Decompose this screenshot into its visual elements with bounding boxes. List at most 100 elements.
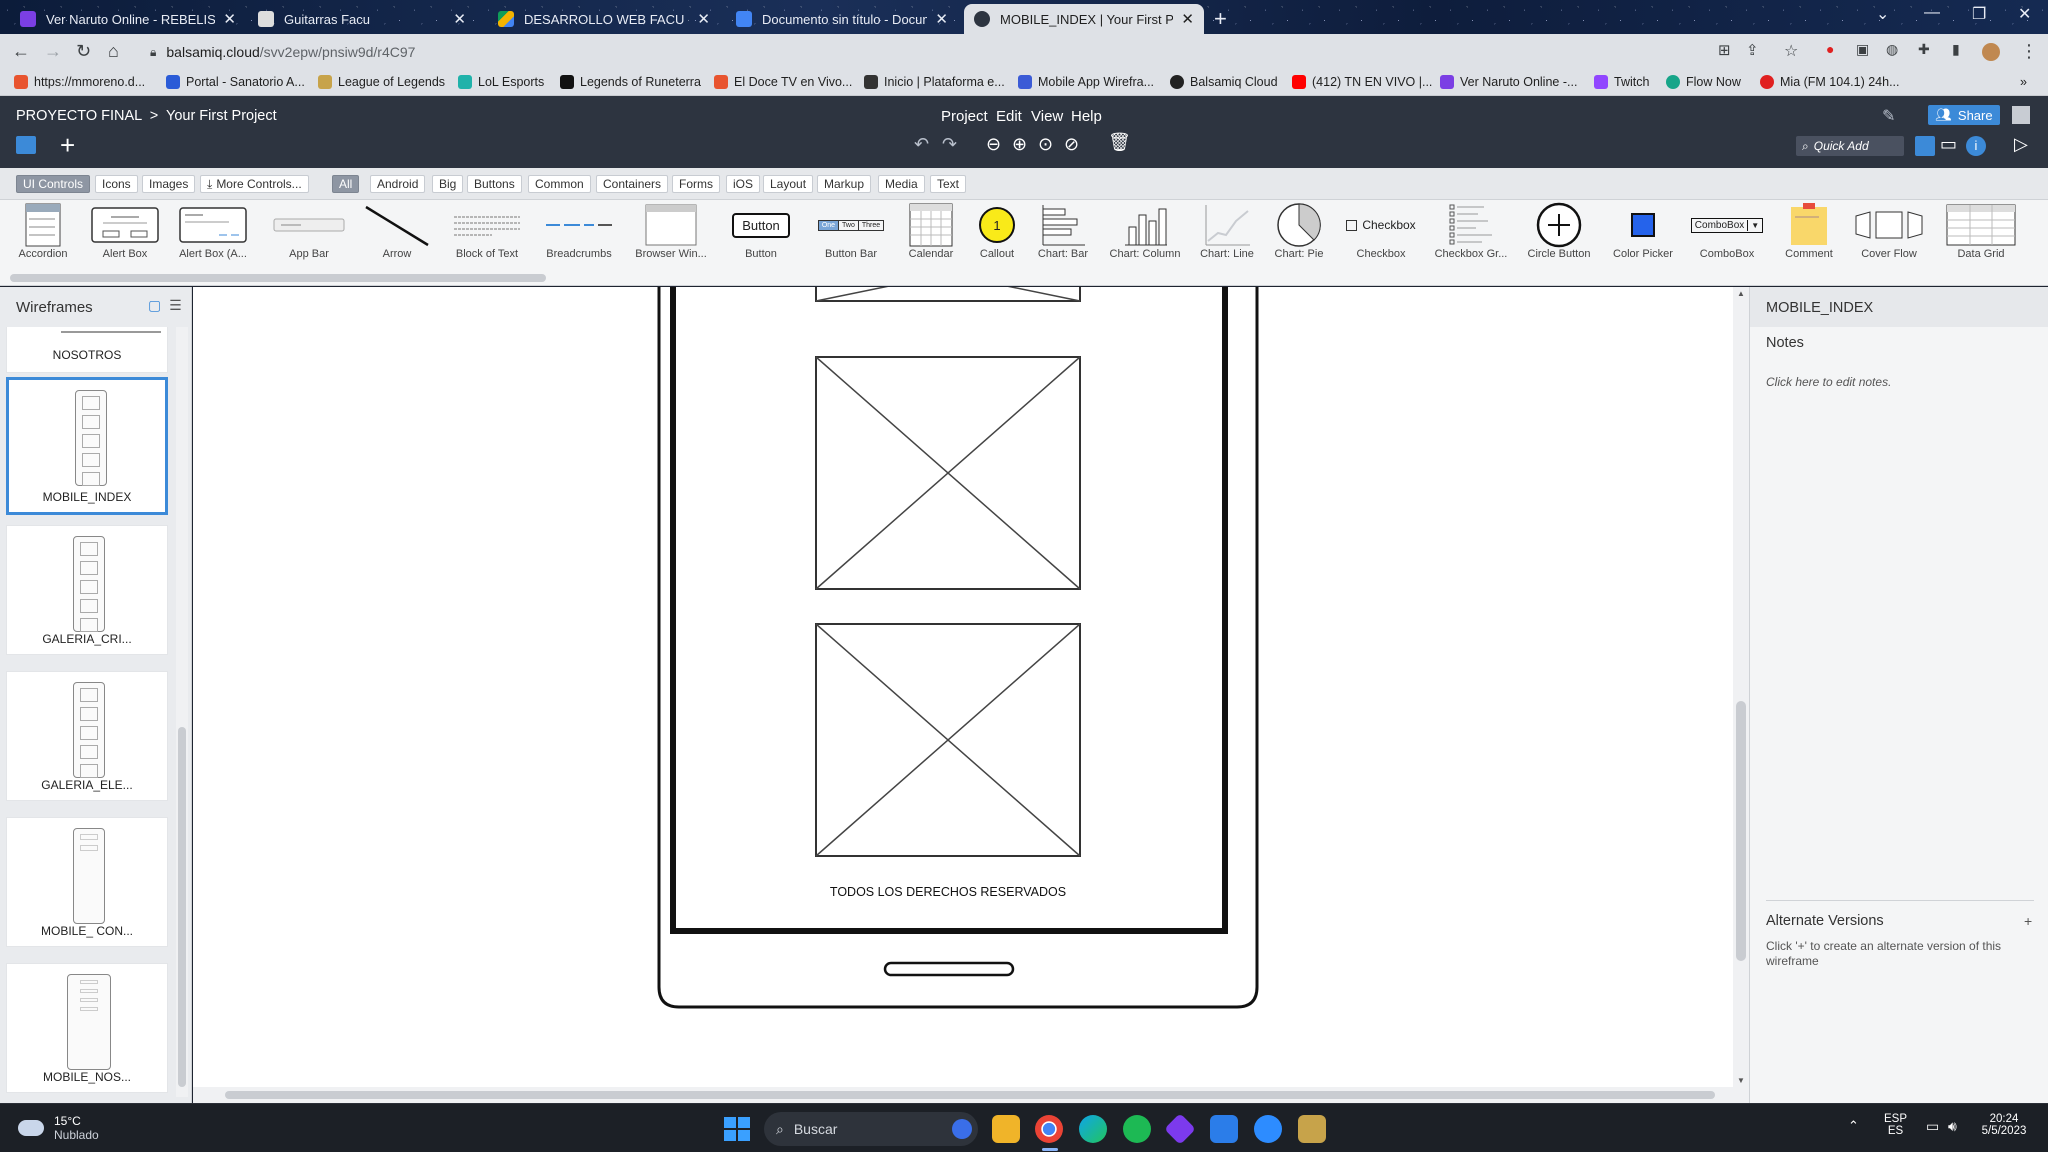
info-icon[interactable]: i <box>1966 136 1986 156</box>
clock[interactable]: 20:24 5/5/2023 <box>1974 1113 2034 1137</box>
close-window-button[interactable]: ✕ <box>2018 4 2031 24</box>
bookmark-item[interactable]: (412) TN EN VIVO |... <box>1292 75 1432 89</box>
redo-icon[interactable]: ↷ <box>942 134 957 155</box>
footer-text[interactable]: TODOS LOS DERECHOS RESERVADOS <box>773 885 1123 899</box>
category-ios[interactable]: iOS <box>726 175 761 193</box>
wireframe-canvas[interactable]: TODOS LOS DERECHOS RESERVADOS <box>193 287 1733 1087</box>
controls-horizontal-scrollbar[interactable] <box>10 274 546 282</box>
zoom-fit-icon[interactable]: ⊘ <box>1064 134 1079 155</box>
reload-icon[interactable]: ↻ <box>76 41 91 62</box>
bookmark-item[interactable]: Flow Now <box>1666 75 1741 89</box>
profile-avatar[interactable] <box>1982 43 2000 61</box>
file-explorer-icon[interactable] <box>992 1115 1020 1143</box>
translate-icon[interactable]: ⊞ <box>1718 41 1731 59</box>
control-button[interactable]: Button Button <box>718 202 804 260</box>
close-tab-icon[interactable]: ✕ <box>453 10 466 28</box>
category-buttons[interactable]: Buttons <box>467 175 522 193</box>
tab-documento[interactable]: Documento sin título - Documen ✕ <box>726 4 958 34</box>
category-layout[interactable]: Layout <box>763 175 814 193</box>
weather-widget[interactable]: 15°C Nublado <box>18 1114 99 1142</box>
scroll-down-icon[interactable]: ▼ <box>1737 1076 1745 1085</box>
bookmark-item[interactable]: Mobile App Wirefra... <box>1018 75 1154 89</box>
show-hidden-icons[interactable]: ⌃ <box>1848 1118 1859 1134</box>
project-name[interactable]: PROYECTO FINAL <box>16 108 142 124</box>
bookmark-item[interactable]: LoL Esports <box>458 75 544 89</box>
back-icon[interactable]: ← <box>12 41 30 62</box>
control-alert-box-alt[interactable]: Alert Box (A... <box>170 202 256 260</box>
taskbar-search[interactable]: ⌕ Buscar <box>764 1112 978 1146</box>
zoom-in-icon[interactable]: ⊕ <box>1012 134 1027 155</box>
forward-icon[interactable]: → <box>44 41 62 62</box>
menu-help[interactable]: Help <box>1071 108 1102 125</box>
control-browser-window[interactable]: Browser Win... <box>628 202 714 260</box>
control-circle-button[interactable]: Circle Button <box>1516 202 1602 260</box>
control-cover-flow[interactable]: Cover Flow <box>1846 202 1932 260</box>
tab-guitarras[interactable]: Guitarras Facu ✕ <box>248 4 476 34</box>
undo-icon[interactable]: ↶ <box>914 134 929 155</box>
trash-icon[interactable]: 🗑︎ <box>1108 132 1131 153</box>
more-controls-button[interactable]: ⤓ More Controls... <box>200 175 309 193</box>
new-tab-button[interactable]: + <box>1214 6 1227 32</box>
category-media[interactable]: Media <box>878 175 925 193</box>
control-block-of-text[interactable]: Block of Text <box>444 202 530 260</box>
user-avatar[interactable] <box>2012 106 2030 124</box>
add-wireframe-icon[interactable]: + <box>60 132 75 158</box>
tab-desarrollo-web[interactable]: DESARROLLO WEB FACU - Goog ✕ <box>488 4 720 34</box>
control-chart-pie[interactable]: Chart: Pie <box>1256 202 1342 260</box>
bookmark-item[interactable]: Ver Naruto Online -... <box>1440 75 1577 89</box>
menu-edit[interactable]: Edit <box>996 108 1022 125</box>
wireframe-page-galeria-cri[interactable]: GALERIA_CRI... <box>6 525 168 655</box>
vscode-icon[interactable] <box>1210 1115 1238 1143</box>
extensions-puzzle-icon[interactable]: ✚ <box>1918 41 1930 58</box>
wireframe-page-galeria-ele[interactable]: GALERIA_ELE... <box>6 671 168 801</box>
wireframe-page-mobile-nos[interactable]: MOBILE_NOS... <box>6 963 168 1093</box>
bookmark-star-icon[interactable]: ☆ <box>1784 41 1798 61</box>
bookmark-item[interactable]: Inicio | Plataforma e... <box>864 75 1005 89</box>
edge-icon[interactable] <box>1079 1115 1107 1143</box>
zoom-actual-icon[interactable]: ⊙ <box>1038 134 1053 155</box>
control-app-bar[interactable]: App Bar <box>266 202 352 260</box>
file-name[interactable]: Your First Project <box>166 108 277 124</box>
bookmark-item[interactable]: Balsamiq Cloud <box>1170 75 1278 89</box>
pencil-icon[interactable]: ✎ <box>1882 106 1895 126</box>
close-tab-icon[interactable]: ✕ <box>697 10 710 28</box>
bookmark-item[interactable]: Portal - Sanatorio A... <box>166 75 305 89</box>
zoom-icon[interactable] <box>1254 1115 1282 1143</box>
canvas-vertical-scrollbar[interactable]: ▲ ▼ <box>1733 287 1749 1087</box>
present-mode-icon[interactable]: ▷ <box>2014 134 2028 155</box>
wireframe-page-mobile-index[interactable]: MOBILE_INDEX <box>6 377 168 515</box>
chrome-menu-icon[interactable]: ⋮ <box>2020 41 2038 62</box>
volume-icon[interactable]: 🔊︎ <box>1948 1118 1957 1135</box>
list-view-icon[interactable]: ☰ <box>169 297 182 313</box>
league-of-legends-icon[interactable] <box>1298 1115 1326 1143</box>
category-big[interactable]: Big <box>432 175 464 193</box>
close-tab-icon[interactable]: ✕ <box>1181 10 1194 28</box>
category-markup[interactable]: Markup <box>817 175 872 193</box>
tab-naruto[interactable]: Ver Naruto Online - REBELISPLUS ✕ <box>10 4 246 34</box>
network-icon[interactable]: ▭ <box>1926 1118 1939 1135</box>
control-breadcrumbs[interactable]: Breadcrumbs <box>536 202 622 260</box>
share-button[interactable]: 👥︎ Share <box>1928 105 2000 125</box>
control-button-bar[interactable]: One Two Three Button Bar <box>808 202 894 260</box>
bookmarks-overflow-icon[interactable]: » <box>2020 75 2027 89</box>
filter-images[interactable]: Images <box>142 175 196 193</box>
ui-library-icon[interactable] <box>1915 136 1935 156</box>
extension-red-icon[interactable]: ● <box>1826 41 1834 57</box>
control-color-picker[interactable]: Color Picker <box>1600 202 1686 260</box>
category-android[interactable]: Android <box>370 175 426 193</box>
bookmark-item[interactable]: Legends of Runeterra <box>560 75 701 89</box>
control-accordion[interactable]: Accordion <box>0 202 86 260</box>
tab-search-icon[interactable]: ⌄ <box>1876 4 1889 24</box>
extension-globe-icon[interactable]: ◍ <box>1886 41 1898 58</box>
add-alternate-version-button[interactable]: + <box>2024 913 2032 929</box>
restore-button[interactable]: ❐ <box>1972 4 1986 24</box>
bookmark-item[interactable]: El Doce TV en Vivo... <box>714 75 852 89</box>
canvas-horizontal-scrollbar[interactable] <box>193 1087 1749 1103</box>
bookmark-item[interactable]: League of Legends <box>318 75 445 89</box>
home-icon[interactable]: ⌂ <box>108 41 119 62</box>
control-checkbox-group[interactable]: Checkbox Gr... <box>1428 202 1514 260</box>
control-chart-bar[interactable]: Chart: Bar <box>1020 202 1106 260</box>
app-purple-icon[interactable] <box>1164 1113 1196 1145</box>
bookmark-item[interactable]: https://mmoreno.d... <box>14 75 145 89</box>
share-page-icon[interactable]: ⇪ <box>1746 41 1759 59</box>
